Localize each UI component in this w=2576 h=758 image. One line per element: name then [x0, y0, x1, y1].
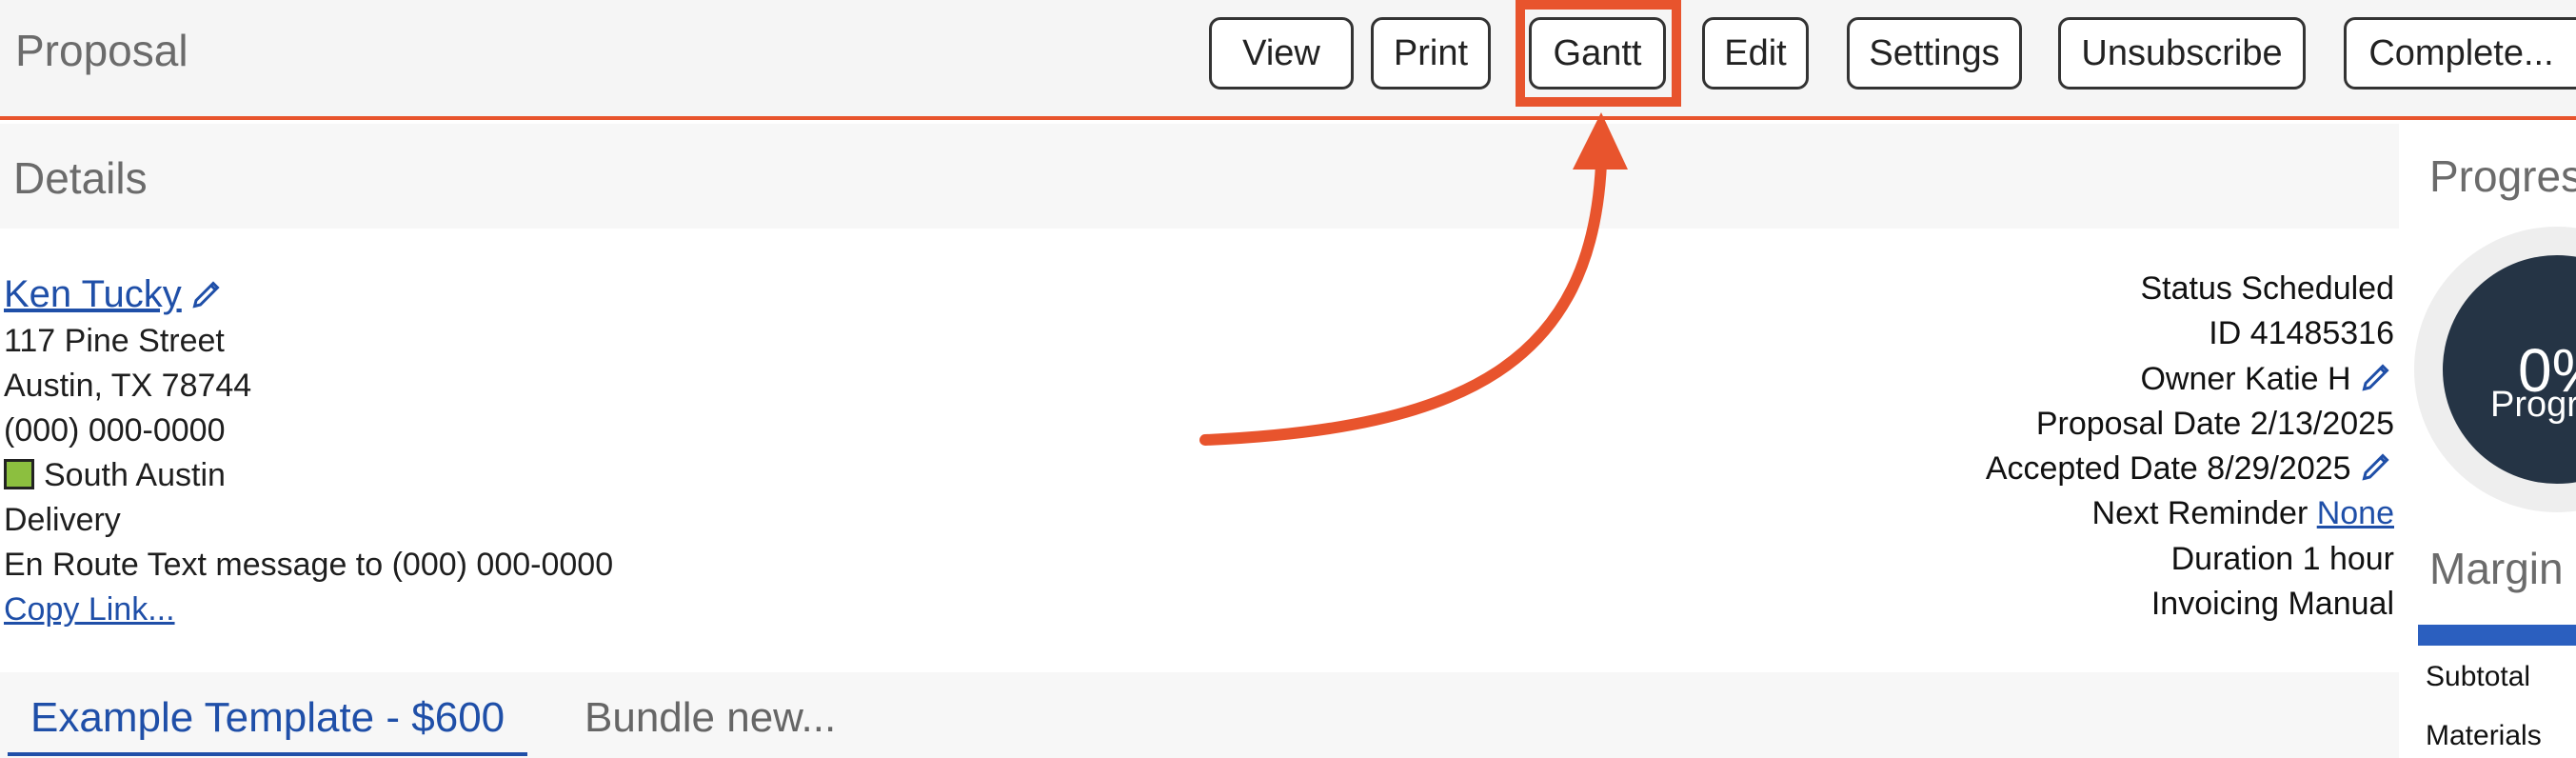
annotation-arrow-icon — [1199, 112, 1628, 446]
